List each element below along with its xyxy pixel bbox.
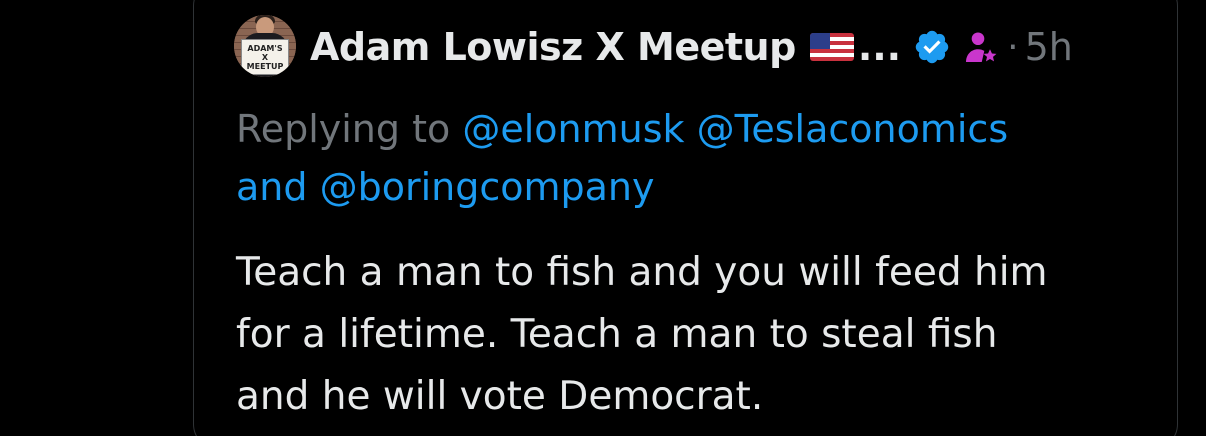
avatar-sign-line: ADAM'S: [247, 43, 283, 53]
post-timestamp[interactable]: 5h: [1025, 25, 1073, 69]
reply-context: Replying to @elonmusk @Teslaconomics and…: [236, 100, 1136, 216]
replying-to-label: Replying to: [236, 107, 451, 151]
name-truncation: ...: [857, 25, 902, 69]
person-star-icon[interactable]: [963, 28, 999, 66]
separator-dot: ·: [1007, 26, 1019, 68]
post-text-line: Teach a man to fish and you will feed hi…: [236, 250, 1048, 295]
avatar-sign-line: MEETUP: [246, 61, 284, 71]
author-avatar[interactable]: ADAM'S X MEETUP: [234, 15, 296, 77]
reply-conjunction: and: [236, 165, 308, 209]
mention-link[interactable]: @elonmusk: [462, 107, 684, 151]
avatar-sign-line: X: [261, 52, 269, 62]
post-text: Teach a man to fish and you will feed hi…: [236, 242, 1136, 428]
author-header: Adam Lowisz X Meetup ... · 5h: [310, 20, 1073, 74]
post-text-line: and he will vote Democrat.: [236, 374, 764, 419]
verified-badge-icon[interactable]: [913, 28, 951, 66]
author-display-name[interactable]: Adam Lowisz X Meetup: [310, 25, 796, 69]
mention-link[interactable]: @Teslaconomics: [697, 107, 1009, 151]
us-flag-icon: [809, 33, 854, 61]
post-text-line: for a lifetime. Teach a man to steal fis…: [236, 312, 998, 357]
avatar-sign: ADAM'S X MEETUP: [241, 39, 289, 75]
mention-link[interactable]: @boringcompany: [320, 165, 655, 209]
